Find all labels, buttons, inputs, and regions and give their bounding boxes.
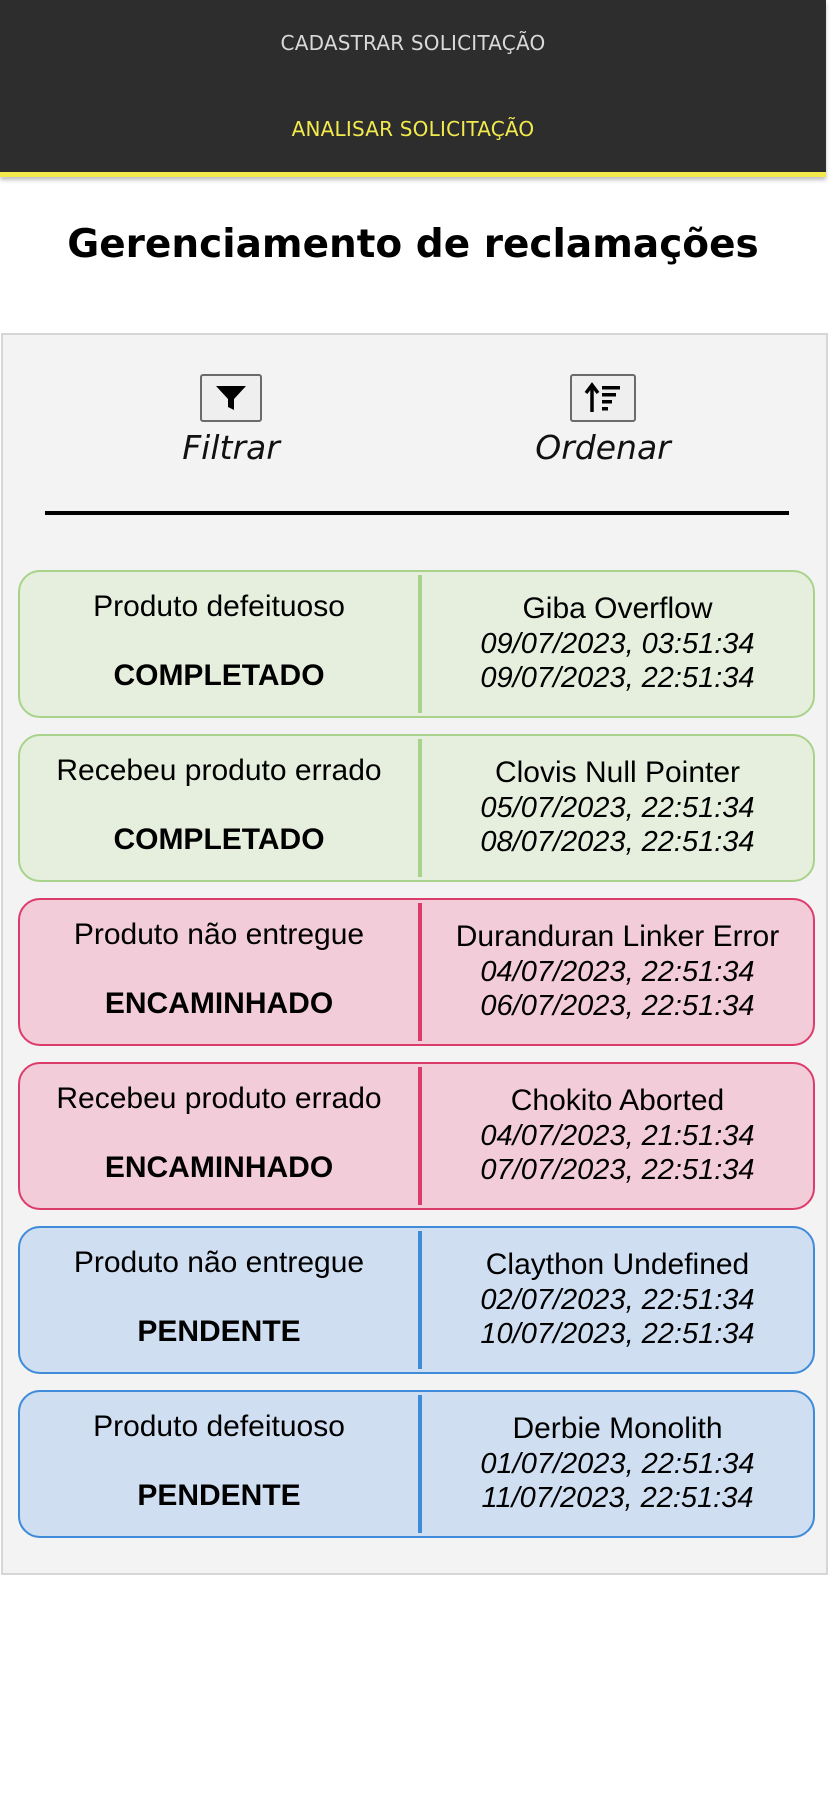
- request-details: Duranduran Linker Error 04/07/2023, 22:5…: [422, 900, 813, 1044]
- sort-button[interactable]: [570, 374, 636, 422]
- request-summary: Produto defeituoso COMPLETADO: [20, 572, 418, 716]
- client-name: Giba Overflow: [522, 592, 713, 625]
- request-summary: Recebeu produto errado COMPLETADO: [20, 736, 418, 880]
- request-date-opened: 04/07/2023, 22:51:34: [480, 956, 755, 988]
- nav-link-analisar-solicitacao[interactable]: ANALISAR SOLICITAÇÃO: [0, 117, 826, 141]
- request-summary: Produto não entregue PENDENTE: [20, 1228, 418, 1372]
- toolbar-divider: [45, 511, 789, 515]
- status-badge: PENDENTE: [137, 1315, 301, 1348]
- request-date-updated: 08/07/2023, 22:51:34: [480, 826, 755, 858]
- request-reason: Recebeu produto errado: [56, 754, 382, 787]
- filter-control: Filtrar: [141, 374, 321, 467]
- request-date-updated: 11/07/2023, 22:51:34: [481, 1482, 754, 1514]
- request-card[interactable]: Produto não entregue PENDENTE Claython U…: [18, 1226, 815, 1374]
- client-name: Clovis Null Pointer: [494, 756, 741, 789]
- request-details: Giba Overflow 09/07/2023, 03:51:34 09/07…: [422, 572, 813, 716]
- requests-panel: Filtrar Ordenar Produto defeituoso COMPL…: [1, 333, 828, 1575]
- request-details: Derbie Monolith 01/07/2023, 22:51:34 11/…: [422, 1392, 813, 1536]
- request-card[interactable]: Produto defeituoso COMPLETADO Giba Overf…: [18, 570, 815, 718]
- request-reason: Produto defeituoso: [93, 1410, 345, 1443]
- sort-label: Ordenar: [535, 428, 671, 467]
- request-summary: Produto defeituoso PENDENTE: [20, 1392, 418, 1536]
- sort-control: Ordenar: [513, 374, 693, 467]
- status-badge: COMPLETADO: [113, 659, 325, 692]
- client-name: Duranduran Linker Error: [455, 920, 780, 953]
- sort-ascending-icon: [584, 382, 620, 412]
- request-card[interactable]: Produto defeituoso PENDENTE Derbie Monol…: [18, 1390, 815, 1538]
- client-name: Claython Undefined: [485, 1248, 750, 1281]
- request-date-opened: 04/07/2023, 21:51:34: [480, 1120, 755, 1152]
- request-date-updated: 10/07/2023, 22:51:34: [480, 1318, 755, 1350]
- request-details: Chokito Aborted 04/07/2023, 21:51:34 07/…: [422, 1064, 813, 1208]
- request-date-updated: 07/07/2023, 22:51:34: [480, 1154, 755, 1186]
- request-date-opened: 05/07/2023, 22:51:34: [480, 792, 755, 824]
- top-navigation: CADASTRAR SOLICITAÇÃO ANALISAR SOLICITAÇ…: [0, 0, 826, 177]
- request-summary: Recebeu produto errado ENCAMINHADO: [20, 1064, 418, 1208]
- client-name: Derbie Monolith: [512, 1412, 723, 1445]
- request-details: Clovis Null Pointer 05/07/2023, 22:51:34…: [422, 736, 813, 880]
- request-date-opened: 02/07/2023, 22:51:34: [480, 1284, 755, 1316]
- status-badge: ENCAMINHADO: [104, 1151, 334, 1184]
- request-reason: Recebeu produto errado: [56, 1082, 382, 1115]
- request-date-updated: 06/07/2023, 22:51:34: [480, 990, 755, 1022]
- request-date-opened: 09/07/2023, 03:51:34: [480, 628, 755, 660]
- filter-label: Filtrar: [182, 428, 280, 467]
- request-reason: Produto defeituoso: [93, 590, 345, 623]
- request-details: Claython Undefined 02/07/2023, 22:51:34 …: [422, 1228, 813, 1372]
- request-card[interactable]: Recebeu produto errado COMPLETADO Clovis…: [18, 734, 815, 882]
- funnel-icon: [216, 386, 246, 410]
- client-name: Chokito Aborted: [510, 1084, 725, 1117]
- status-badge: COMPLETADO: [113, 823, 325, 856]
- request-date-updated: 09/07/2023, 22:51:34: [480, 662, 755, 694]
- request-summary: Produto não entregue ENCAMINHADO: [20, 900, 418, 1044]
- request-card[interactable]: Produto não entregue ENCAMINHADO Durandu…: [18, 898, 815, 1046]
- nav-link-cadastrar-solicitacao[interactable]: CADASTRAR SOLICITAÇÃO: [0, 31, 826, 55]
- request-reason: Produto não entregue: [73, 918, 365, 951]
- filter-button[interactable]: [200, 374, 262, 422]
- status-badge: ENCAMINHADO: [104, 987, 334, 1020]
- request-date-opened: 01/07/2023, 22:51:34: [480, 1448, 755, 1480]
- page-title: Gerenciamento de reclamações: [67, 222, 759, 267]
- request-reason: Produto não entregue: [73, 1246, 365, 1279]
- status-badge: PENDENTE: [137, 1479, 301, 1512]
- request-card[interactable]: Recebeu produto errado ENCAMINHADO Choki…: [18, 1062, 815, 1210]
